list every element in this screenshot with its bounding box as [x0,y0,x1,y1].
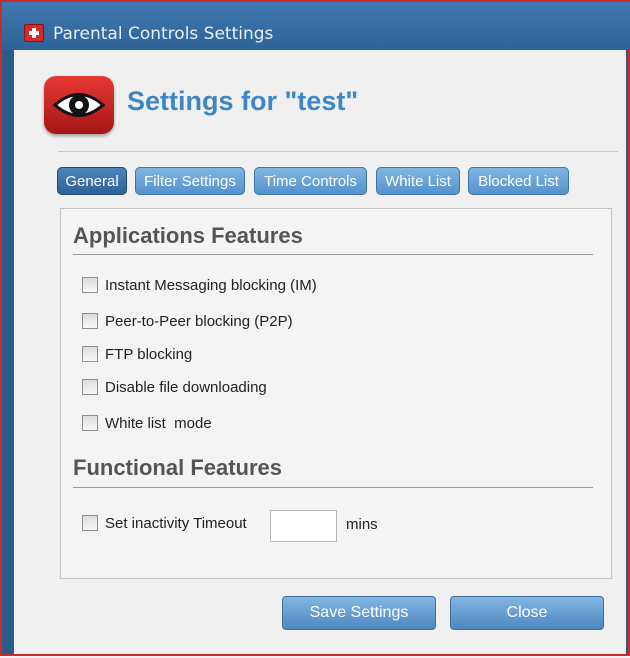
timeout-minutes-input[interactable] [270,510,337,542]
settings-panel: Applications Features Instant Messaging … [60,208,612,579]
timeout-unit-label: mins [346,516,378,533]
tab-white-list[interactable]: White List [376,167,460,195]
eye-icon [44,76,114,134]
im-blocking-checkbox[interactable] [82,277,98,293]
window-title: Parental Controls Settings [53,24,274,44]
p2p-blocking-checkbox[interactable] [82,313,98,329]
option-label: Disable file downloading [105,379,267,396]
option-label: Set inactivity Timeout [105,515,247,532]
option-label: White list mode [105,415,212,432]
inactivity-timeout-checkbox[interactable] [82,515,98,531]
title-bar[interactable]: Parental Controls Settings [2,0,630,50]
applications-features-heading: Applications Features [73,223,303,248]
option-label: Instant Messaging blocking (IM) [105,277,317,294]
tab-filter-settings[interactable]: Filter Settings [135,167,245,195]
white-list-mode-checkbox[interactable] [82,415,98,431]
option-label: Peer-to-Peer blocking (P2P) [105,313,293,330]
section-divider [73,487,593,488]
divider [58,151,618,152]
ftp-blocking-checkbox[interactable] [82,346,98,362]
window: Parental Controls Settings Settings for … [0,0,630,656]
save-settings-button[interactable]: Save Settings [282,596,436,630]
client-area: Settings for "test" General Filter Setti… [14,50,626,654]
functional-features-heading: Functional Features [73,455,283,480]
swiss-cross-icon [24,24,44,42]
tab-general[interactable]: General [57,167,127,195]
page-title: Settings for "test" [127,86,359,116]
tab-time-controls[interactable]: Time Controls [254,167,367,195]
option-label: FTP blocking [105,346,193,363]
section-divider [73,254,593,255]
close-button[interactable]: Close [450,596,604,630]
disable-downloading-checkbox[interactable] [82,379,98,395]
tab-blocked-list[interactable]: Blocked List [468,167,569,195]
